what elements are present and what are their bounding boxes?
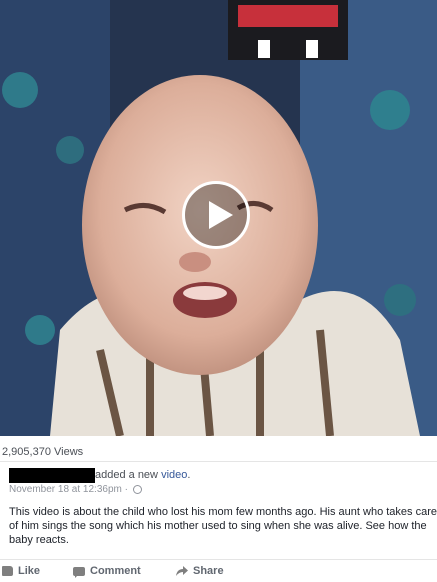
video-player[interactable] [0, 0, 437, 436]
globe-icon [132, 484, 142, 494]
post-header: added a new video. [95, 469, 190, 481]
timestamp-link[interactable]: November 18 at 12:36pm · [9, 484, 131, 495]
play-icon [209, 201, 233, 229]
share-icon [176, 566, 188, 576]
comment-icon [73, 566, 85, 578]
video-link[interactable]: video [161, 469, 187, 481]
view-count: 2,905,370 Views [2, 446, 84, 458]
like-button[interactable]: Like [2, 565, 40, 577]
comment-button[interactable]: Comment [73, 565, 141, 578]
share-label: Share [193, 565, 224, 577]
thumbs-up-icon [2, 566, 13, 576]
period: . [187, 469, 191, 481]
like-label: Like [18, 565, 41, 577]
divider [0, 559, 437, 560]
added-text: added a new [95, 469, 162, 481]
comment-label: Comment [90, 565, 141, 577]
redacted-author-name [9, 468, 95, 483]
play-button[interactable] [182, 181, 250, 249]
post-meta: November 18 at 12:36pm · [9, 484, 142, 495]
divider [0, 461, 437, 462]
share-button[interactable]: Share [176, 565, 224, 577]
post-description: This video is about the child who lost h… [9, 506, 437, 546]
action-bar: Like Comment Share [0, 565, 437, 581]
